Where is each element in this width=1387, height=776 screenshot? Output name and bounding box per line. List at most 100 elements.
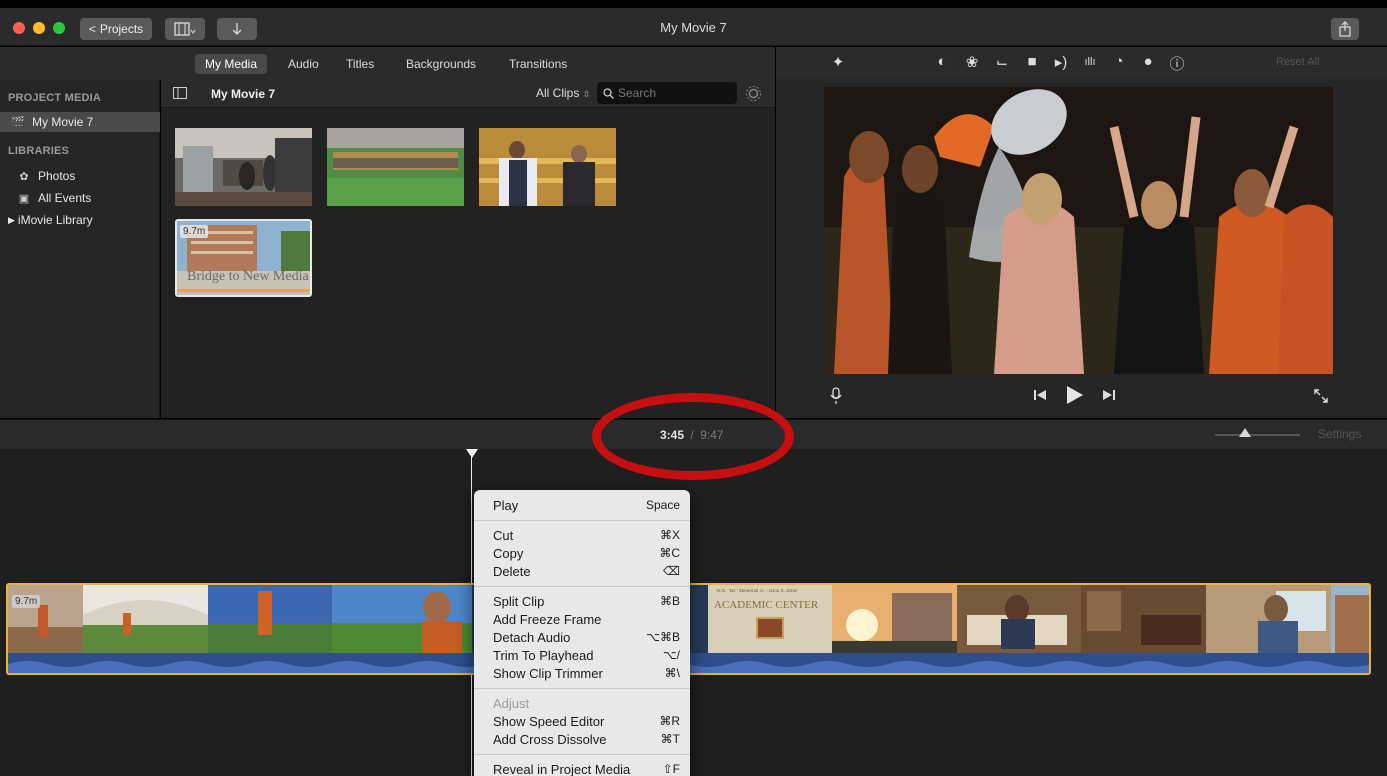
fullscreen-expand-icon[interactable] bbox=[1313, 388, 1329, 404]
menu-item-show-speed-editor[interactable]: Show Speed Editor ⌘R bbox=[474, 712, 690, 730]
menu-item-split-clip[interactable]: Split Clip ⌘B bbox=[474, 592, 690, 610]
sidebar-item-all-events[interactable]: ▣ All Events bbox=[0, 188, 160, 208]
stabilization-camera-icon[interactable]: ■ bbox=[1022, 53, 1042, 70]
zoom-window-button[interactable] bbox=[53, 22, 65, 34]
menu-item-play[interactable]: Play Space bbox=[474, 496, 690, 514]
menu-item-label: Split Clip bbox=[493, 593, 545, 609]
media-thumbnail-1[interactable] bbox=[175, 128, 312, 206]
reset-all-button[interactable]: Reset All bbox=[1276, 56, 1319, 68]
menu-item-shortcut: ⌥⌘B bbox=[646, 630, 680, 644]
menu-item-reveal-in-project-media[interactable]: Reveal in Project Media ⇧F bbox=[474, 760, 690, 776]
gear-icon[interactable] bbox=[745, 85, 762, 102]
menu-item-shortcut: ⇧F bbox=[662, 762, 680, 776]
clip-size-slider[interactable] bbox=[1215, 428, 1300, 437]
info-icon[interactable]: ⓘ bbox=[1167, 53, 1187, 74]
menu-item-add-cross-dissolve[interactable]: Add Cross Dissolve ⌘T bbox=[474, 730, 690, 748]
media-thumbnail-3[interactable] bbox=[479, 128, 616, 206]
menu-item-copy[interactable]: Copy ⌘C bbox=[474, 544, 690, 562]
color-balance-icon[interactable]: ◐ bbox=[932, 53, 952, 70]
video-image bbox=[824, 87, 1333, 374]
menu-item-label: Show Speed Editor bbox=[493, 713, 605, 729]
menu-item-shortcut: ⌘R bbox=[659, 714, 680, 728]
thumbnail-image bbox=[327, 128, 464, 206]
download-arrow-icon bbox=[232, 23, 242, 35]
minimize-window-button[interactable] bbox=[33, 22, 45, 34]
menu-item-detach-audio[interactable]: Detach Audio ⌥⌘B bbox=[474, 628, 690, 646]
magic-wand-icon[interactable]: ✦ bbox=[828, 53, 848, 71]
clip-duration-badge: 9.7m bbox=[12, 595, 41, 608]
sidebar-item-my-movie-7[interactable]: 🎬 My Movie 7 bbox=[0, 112, 160, 132]
search-input[interactable] bbox=[618, 86, 728, 100]
menu-item-shortcut: ⌘X bbox=[659, 528, 680, 542]
media-browser: My Movie 7 All Clips ⇳ Bridge to New Med… bbox=[161, 80, 775, 418]
menu-item-label: Delete bbox=[493, 563, 531, 579]
projects-button[interactable]: < Projects bbox=[80, 18, 152, 40]
menu-section-adjust: Adjust bbox=[474, 694, 690, 712]
playhead-handle[interactable] bbox=[466, 449, 478, 458]
close-window-button[interactable] bbox=[13, 22, 25, 34]
media-thumbnail-4-selected[interactable]: Bridge to New Media 9.7m bbox=[175, 219, 312, 297]
clip-frame bbox=[832, 585, 957, 653]
clapperboard-icon: 🎬 bbox=[11, 116, 25, 129]
star-box-icon: ▣ bbox=[18, 192, 30, 205]
academic-sign-text: ACADEMIC CENTER bbox=[714, 599, 819, 611]
sidebar-item-imovie-library[interactable]: ▶ iMovie Library bbox=[0, 210, 160, 230]
thumbnail-image bbox=[479, 128, 616, 206]
menu-item-shortcut: ⌘C bbox=[659, 546, 680, 560]
timeline-settings-button[interactable]: Settings bbox=[1318, 427, 1361, 441]
menu-separator bbox=[474, 754, 690, 755]
sidebar-item-photos[interactable]: ✿ Photos bbox=[0, 166, 160, 186]
browser-header: My Movie 7 All Clips ⇳ bbox=[161, 80, 775, 108]
volume-icon[interactable]: ▸) bbox=[1051, 53, 1071, 71]
play-icon[interactable] bbox=[1066, 385, 1084, 405]
clip-frame bbox=[208, 585, 332, 653]
tab-audio[interactable]: Audio bbox=[278, 54, 329, 74]
slider-knob[interactable] bbox=[1239, 428, 1251, 437]
sidebar-item-label: Photos bbox=[38, 169, 76, 183]
tab-titles[interactable]: Titles bbox=[336, 54, 384, 74]
clips-filter-label: All Clips bbox=[536, 86, 580, 100]
title-bar: < Projects My Movie 7 bbox=[0, 8, 1387, 46]
skip-forward-icon[interactable] bbox=[1102, 389, 1116, 401]
media-tabs-bar: My Media Audio Titles Backgrounds Transi… bbox=[0, 47, 775, 80]
voiceover-microphone-icon[interactable] bbox=[830, 387, 842, 405]
search-field[interactable] bbox=[597, 82, 737, 104]
import-media-button[interactable] bbox=[217, 18, 257, 40]
menu-item-shortcut: ⌘B bbox=[659, 594, 680, 608]
menu-item-show-clip-trimmer[interactable]: Show Clip Trimmer ⌘\ bbox=[474, 664, 690, 682]
tab-my-media[interactable]: My Media bbox=[195, 54, 268, 74]
sidebar-toggle-icon[interactable] bbox=[173, 87, 187, 99]
share-button[interactable] bbox=[1331, 18, 1359, 40]
tab-transitions[interactable]: Transitions bbox=[499, 54, 577, 74]
menu-item-label: Detach Audio bbox=[493, 629, 571, 645]
academic-sign-small-text: W.A. "Bo" Memorial Jr. - Dana X. Bible bbox=[716, 589, 798, 594]
show-media-browser-button[interactable] bbox=[165, 18, 205, 40]
skip-back-icon[interactable] bbox=[1033, 389, 1047, 401]
projects-button-label: Projects bbox=[99, 22, 144, 36]
menu-item-label: Trim To Playhead bbox=[493, 647, 594, 663]
menu-item-label: Add Cross Dissolve bbox=[493, 731, 607, 747]
tab-backgrounds[interactable]: Backgrounds bbox=[396, 54, 486, 74]
media-thumbnail-2[interactable] bbox=[327, 128, 464, 206]
clips-filter-select[interactable]: All Clips ⇳ bbox=[536, 86, 590, 100]
menu-item-label: Cut bbox=[493, 527, 514, 543]
clip-filter-icon[interactable]: ● bbox=[1138, 53, 1158, 70]
clip-frame bbox=[83, 585, 208, 653]
menu-item-label: Reveal in Project Media bbox=[493, 761, 631, 776]
menu-item-trim-to-playhead[interactable]: Trim To Playhead ⌥/ bbox=[474, 646, 690, 664]
menu-item-shortcut: ⌥/ bbox=[662, 648, 680, 662]
equalizer-icon[interactable]: ıllı bbox=[1080, 56, 1100, 68]
menu-item-delete[interactable]: Delete ⌫ bbox=[474, 562, 690, 580]
color-correction-palette-icon[interactable]: ❀ bbox=[962, 53, 982, 71]
disclosure-triangle-icon[interactable]: ▶ bbox=[8, 215, 15, 226]
crop-icon[interactable]: ⌙ bbox=[992, 53, 1012, 71]
annotation-highlight-ring bbox=[592, 393, 794, 480]
sidebar-item-label: All Events bbox=[38, 191, 92, 205]
timeline: W.A. "Bo" Memorial Jr. - Dana X. Bible A… bbox=[0, 449, 1387, 776]
menu-item-cut[interactable]: Cut ⌘X bbox=[474, 526, 690, 544]
menu-item-add-freeze-frame[interactable]: Add Freeze Frame bbox=[474, 610, 690, 628]
speed-gauge-icon[interactable]: ◔ bbox=[1109, 53, 1129, 70]
clip-frame bbox=[957, 585, 1081, 653]
menu-item-label: Add Freeze Frame bbox=[493, 611, 602, 627]
sign-plaque-image bbox=[756, 617, 784, 639]
